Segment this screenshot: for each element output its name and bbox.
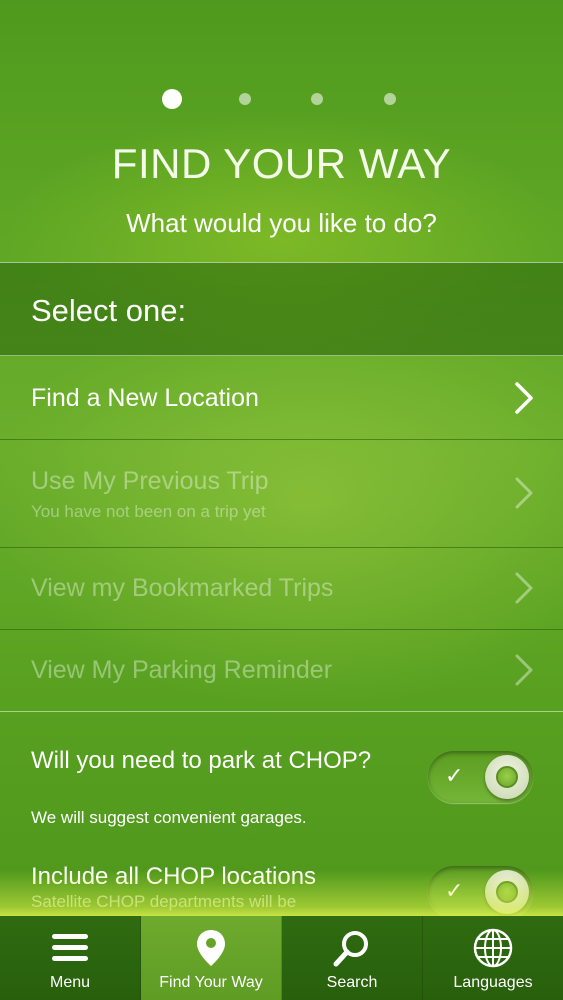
page-title: FIND YOUR WAY [111,140,452,187]
option-label: View My Parking Reminder [31,656,333,684]
page-dot-4[interactable] [384,93,396,105]
option-parking-reminder[interactable]: View My Parking Reminder [0,630,563,712]
select-header-label: Select one: [31,293,187,328]
tab-label: Menu [49,974,91,991]
chevron-right-icon [515,572,533,604]
tab-label: Find Your Way [159,974,263,991]
tab-menu[interactable]: Menu [0,916,141,1000]
search-icon [333,931,368,967]
toggle-sublabel: We will suggest convenient garages. [31,808,307,827]
check-icon: ✓ [445,878,464,903]
option-label: Use My Previous Trip [31,467,269,495]
globe-icon [473,928,513,968]
page-subtitle: What would you like to do? [126,208,437,238]
chevron-right-icon [515,654,533,686]
toggle-label: Will you need to park at CHOP? [31,747,372,774]
locations-toggle[interactable]: ✓ [428,866,533,916]
toggle-row-locations: Include all CHOP locations Satellite CHO… [0,842,563,916]
location-pin-icon [197,930,225,966]
option-previous-trip[interactable]: Use My Previous Trip You have not been o… [0,440,563,548]
option-sublabel: You have not been on a trip yet [31,502,266,521]
page-dot-2[interactable] [239,93,251,105]
tab-bar: Menu Find Your Way Search Languages [0,916,563,1000]
page-dot-1[interactable] [162,89,182,109]
toggle-sublabel: Satellite CHOP departments will be [31,892,297,911]
option-label: Find a New Location [31,384,259,412]
tab-label: Languages [453,974,533,991]
toggle-label: Include all CHOP locations [31,863,317,890]
park-toggle[interactable]: ✓ [428,751,533,803]
option-bookmarked-trips[interactable]: View my Bookmarked Trips [0,548,563,630]
toggle-knob [485,755,529,799]
page-dot-3[interactable] [311,93,323,105]
tab-label: Search [326,974,378,991]
tab-languages[interactable]: Languages [423,916,563,1000]
chevron-right-icon [515,382,533,414]
toggle-knob [485,870,529,914]
option-label: View my Bookmarked Trips [31,574,334,602]
tab-find-your-way[interactable]: Find Your Way [141,916,282,1000]
chevron-right-icon [515,477,533,509]
check-icon: ✓ [445,763,464,788]
menu-icon [52,934,88,961]
option-find-new-location[interactable]: Find a New Location [0,357,563,440]
toggle-row-parking: Will you need to park at CHOP? We will s… [0,712,563,842]
page-indicator[interactable] [0,89,563,109]
tab-search[interactable]: Search [282,916,423,1000]
select-header: Select one: [0,262,563,356]
